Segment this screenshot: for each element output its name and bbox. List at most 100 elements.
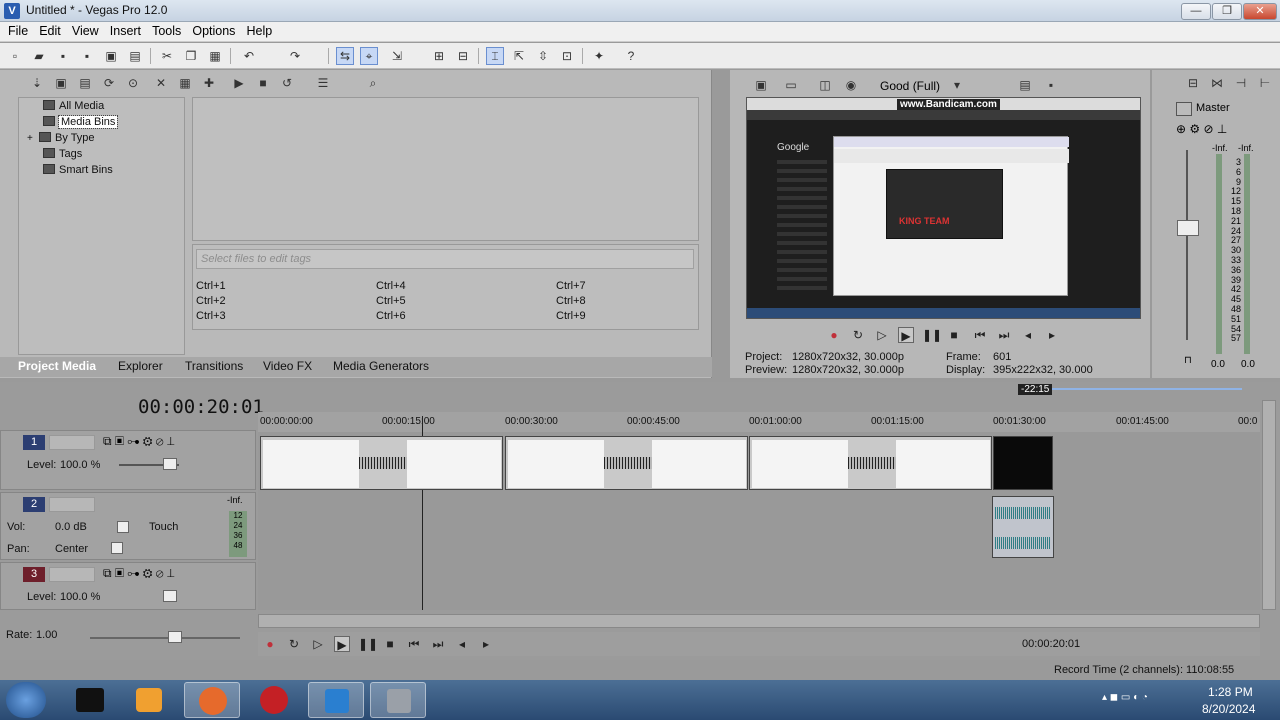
cut-icon[interactable]: ✂ [158,47,176,65]
video-clip[interactable] [505,436,748,490]
media-fx-icon[interactable]: ▦ [176,74,194,92]
loop-icon[interactable]: ↻ [850,327,866,343]
preview-external-icon[interactable]: ▭ [782,76,800,94]
timeline-ruler[interactable]: 00:00:00:00 00:00:15:00 00:00:30:00 00:0… [258,412,1260,432]
tab-media-generators[interactable]: Media Generators [333,359,429,373]
stop-icon[interactable]: ■ [382,636,398,652]
menu-file[interactable]: File [8,22,28,38]
help-icon[interactable]: ? [622,47,640,65]
media-import-icon[interactable]: ⇣ [28,74,46,92]
tab-transitions[interactable]: Transitions [185,359,243,373]
save-snapshot-icon[interactable]: ▪ [1042,76,1060,94]
search-icon[interactable]: ⌕ [364,74,382,92]
auto-ripple-icon[interactable]: ⇆ [336,47,354,65]
bandicam-icon[interactable] [246,682,302,718]
split-screen-icon[interactable]: ◫ [816,76,834,94]
menu-options[interactable]: Options [192,22,235,38]
lock-icon[interactable]: ⊓ [1184,355,1192,366]
track-header-video-1[interactable]: 1 ⧉ ▣ ⊶ ⚙ ⊘ ⊥ Level: 100.0 % [0,430,256,490]
envelope-tool-icon[interactable]: ⇱ [510,47,528,65]
menu-edit[interactable]: Edit [39,22,61,38]
start-button[interactable] [6,682,46,718]
tree-item-by-type[interactable]: + By Type [27,132,95,144]
save-icon[interactable]: ▪ [54,47,72,65]
track-fx-icons[interactable]: ⧉ ▣ ⊶ ⚙ ⊘ ⊥ [103,434,175,449]
render-icon[interactable]: ▣ [102,47,120,65]
tab-explorer[interactable]: Explorer [118,359,163,373]
paste-icon[interactable]: ▦ [206,47,224,65]
vol-slider-thumb[interactable] [117,521,129,533]
pan-slider-thumb[interactable] [111,542,123,554]
remove-icon[interactable]: ✕ [152,74,170,92]
tools-taskbar-icon[interactable] [370,682,426,718]
maximize-button[interactable]: ❐ [1212,3,1242,20]
go-to-start-icon[interactable]: ⏮ [406,636,422,652]
menu-help[interactable]: Help [247,22,273,38]
go-to-start-icon[interactable]: ⏮ [972,327,988,343]
undo-icon[interactable]: ↶ [240,47,258,65]
copy-icon[interactable]: ❐ [182,47,200,65]
track-fx-icons[interactable]: ⧉ ▣ ⊶ ⚙ ⊘ ⊥ [103,566,175,581]
track-name-field[interactable] [49,497,95,512]
rate-slider[interactable] [90,637,240,639]
menu-view[interactable]: View [72,22,99,38]
taskbar-app-icon[interactable] [62,682,118,718]
tree-item-media-bins[interactable]: Media Bins [43,115,119,129]
mono-icon[interactable]: ⊢ [1256,74,1274,92]
horizontal-scrollbar[interactable] [258,614,1260,628]
expand-icon[interactable]: + [27,133,39,144]
record-icon[interactable]: ● [826,327,842,343]
tab-project-media[interactable]: Project Media [18,359,96,373]
minimize-button[interactable]: — [1181,3,1211,20]
stop-icon[interactable]: ■ [946,327,962,343]
level-slider-thumb[interactable] [163,590,177,602]
play-icon[interactable]: ▶ [334,636,350,652]
video-clip[interactable] [749,436,992,490]
rate-slider-thumb[interactable] [168,631,182,643]
play-from-start-icon[interactable]: ▷ [310,636,326,652]
play-from-start-icon[interactable]: ▷ [874,327,890,343]
tray-icons[interactable]: ▴ ◼ ▭ ◐ ◔ [1102,692,1148,703]
play-media-icon[interactable]: ▶ [230,74,248,92]
copy-snapshot-icon[interactable]: ▤ [1016,76,1034,94]
level-slider-thumb[interactable] [163,458,177,470]
dim-icon[interactable]: ⊣ [1232,74,1250,92]
go-to-end-icon[interactable]: ⏭ [996,327,1012,343]
edit-mode-icon[interactable]: ⇲ [388,47,406,65]
ignore-grouping-icon[interactable]: ⊟ [454,47,472,65]
tree-item-tags[interactable]: Tags [43,148,82,160]
preview-quality-select[interactable]: Good (Full) [880,79,940,93]
views-icon[interactable]: ☰ [314,74,332,92]
menu-tools[interactable]: Tools [152,22,181,38]
vertical-scrollbar[interactable] [1262,400,1276,610]
video-clip-black[interactable] [993,436,1053,490]
auto-preview-icon[interactable]: ↺ [278,74,296,92]
normal-edit-tool-icon[interactable]: ⌶ [486,47,504,65]
snapping-icon[interactable]: ⌖ [360,47,378,65]
open-icon[interactable]: ▰ [30,47,48,65]
tree-item-all-media[interactable]: All Media [43,100,104,112]
media-list-area[interactable] [192,97,699,241]
next-frame-icon[interactable]: ▸ [478,636,494,652]
overlays-icon[interactable]: ◉ [842,76,860,94]
track-header-audio-2[interactable]: 2 -Inf. Vol: 0.0 dB Touch Pan: Center 12… [0,492,256,560]
video-clip[interactable] [260,436,503,490]
selection-tool-icon[interactable]: ⇳ [534,47,552,65]
menu-insert[interactable]: Insert [110,22,141,38]
zoom-tool-icon[interactable]: ⊡ [558,47,576,65]
next-frame-icon[interactable]: ▸ [1044,327,1060,343]
master-fader-thumb[interactable] [1177,220,1199,236]
play-icon[interactable]: ▶ [898,327,914,343]
vegas-taskbar-icon[interactable] [308,682,364,718]
refresh-icon[interactable]: ⟳ [100,74,118,92]
go-to-end-icon[interactable]: ⏭ [430,636,446,652]
chevron-down-icon[interactable]: ▾ [948,76,966,94]
tab-video-fx[interactable]: Video FX [263,359,312,373]
pause-icon[interactable]: ❚❚ [922,327,942,343]
media-player-icon[interactable] [122,682,178,718]
track-name-field[interactable] [49,435,95,450]
previous-frame-icon[interactable]: ◂ [1020,327,1036,343]
master-fx-icon[interactable] [1176,102,1192,116]
project-properties-icon[interactable]: ▣ [752,76,770,94]
tag-input[interactable]: Select files to edit tags [196,249,694,269]
